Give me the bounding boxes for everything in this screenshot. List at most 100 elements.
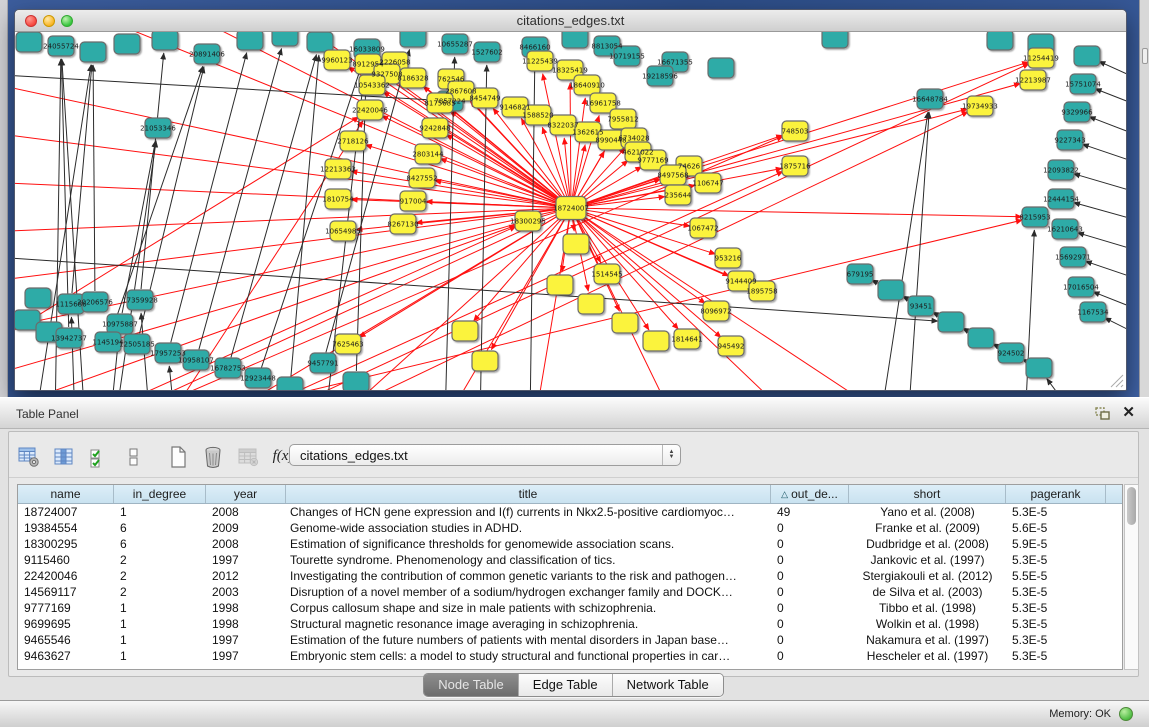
citation-edge-red[interactable] <box>15 210 560 332</box>
network-node[interactable] <box>237 32 263 50</box>
table-cell[interactable]: 18724007 <box>18 504 114 520</box>
table-cell[interactable]: de Silva et al. (2003) <box>849 584 1006 600</box>
column-header-name[interactable]: name <box>18 485 114 503</box>
network-node[interactable] <box>547 275 573 295</box>
table-cell[interactable]: 6 <box>114 520 206 536</box>
table-cell[interactable]: Dudbridge et al. (2008) <box>849 536 1006 552</box>
table-cell[interactable]: Corpus callosum shape and size in male p… <box>286 600 771 616</box>
citation-edge-black[interactable] <box>1047 378 1075 390</box>
table-cell[interactable]: Nakamura et al. (1997) <box>849 632 1006 648</box>
table-cell[interactable]: 5.5E-5 <box>1006 568 1106 584</box>
citation-edge-black[interactable] <box>1095 89 1126 102</box>
column-header-in-degree[interactable]: in_degree <box>114 485 206 503</box>
table-cell[interactable]: 1998 <box>206 600 286 616</box>
table-cell[interactable]: 5.3E-5 <box>1006 584 1106 600</box>
table-cell[interactable]: 1997 <box>206 632 286 648</box>
memory-ok-indicator-icon[interactable] <box>1119 707 1133 721</box>
table-cell[interactable]: 5.3E-5 <box>1006 648 1106 664</box>
table-cell[interactable]: Jankovic et al. (1997) <box>849 552 1006 568</box>
network-node[interactable] <box>307 32 333 52</box>
network-node[interactable] <box>563 234 589 254</box>
table-cell[interactable]: Hescheler et al. (1997) <box>849 648 1006 664</box>
table-row[interactable]: 946362711997Embryonic stem cells: a mode… <box>18 648 1122 664</box>
table-cell[interactable]: 1998 <box>206 616 286 632</box>
table-row[interactable]: 1830029562008Estimation of significance … <box>18 536 1122 552</box>
table-cell[interactable]: Yano et al. (2008) <box>849 504 1006 520</box>
table-cell[interactable]: Wolkin et al. (1998) <box>849 616 1006 632</box>
network-node[interactable] <box>277 377 303 390</box>
clear-selection-button[interactable] <box>119 442 149 472</box>
table-cell[interactable]: Tibbo et al. (1998) <box>849 600 1006 616</box>
table-cell[interactable]: 1 <box>114 600 206 616</box>
network-node[interactable] <box>562 32 588 48</box>
citation-edge-red[interactable] <box>446 135 561 203</box>
citation-edge-black[interactable] <box>171 53 247 343</box>
table-cell[interactable]: 0 <box>771 600 849 616</box>
table-row[interactable]: 1872400712008Changes of HCN gene express… <box>18 504 1122 520</box>
scrollbar-thumb[interactable] <box>1127 487 1136 525</box>
citation-edge-red[interactable] <box>580 214 895 390</box>
table-cell[interactable]: Structural magnetic resonance image aver… <box>286 616 771 632</box>
citation-edge-black[interactable] <box>908 112 929 390</box>
network-node[interactable] <box>1026 358 1052 378</box>
network-node[interactable] <box>152 32 178 50</box>
table-cell[interactable]: 2 <box>114 584 206 600</box>
table-cell[interactable]: 1 <box>114 632 206 648</box>
citation-edge-red[interactable] <box>573 145 585 198</box>
citation-edge-red[interactable] <box>15 182 560 208</box>
table-row[interactable]: 1456911722003Disruption of a novel membe… <box>18 584 1122 600</box>
tab-node-table[interactable]: Node Table <box>424 674 518 696</box>
table-row[interactable]: 911546021997Tourette syndrome. Phenomeno… <box>18 552 1122 568</box>
network-node[interactable] <box>878 280 904 300</box>
column-header-short[interactable]: short <box>849 485 1006 503</box>
citation-edge-black[interactable] <box>880 112 928 390</box>
new-file-button[interactable] <box>163 442 193 472</box>
table-cell[interactable]: 0 <box>771 552 849 568</box>
citation-edge-red[interactable] <box>582 208 1022 217</box>
table-cell[interactable]: 2008 <box>206 504 286 520</box>
network-node[interactable] <box>968 328 994 348</box>
citation-edge-red[interactable] <box>15 208 560 232</box>
table-cell[interactable]: 0 <box>771 568 849 584</box>
table-cell[interactable]: Stergiakouli et al. (2012) <box>849 568 1006 584</box>
citation-edge-black[interactable] <box>1074 202 1126 218</box>
column-header-title[interactable]: title <box>286 485 771 503</box>
table-cell[interactable]: Investigating the contribution of common… <box>286 568 771 584</box>
table-vertical-scrollbar[interactable] <box>1124 484 1139 670</box>
citation-edge-red[interactable] <box>15 209 560 282</box>
column-header-year[interactable]: year <box>206 485 286 503</box>
citation-edge-red[interactable] <box>440 159 561 205</box>
table-cell[interactable]: 9463627 <box>18 648 114 664</box>
table-cell[interactable]: Estimation of the future numbers of pati… <box>286 632 771 648</box>
network-node[interactable] <box>1074 46 1100 66</box>
column-header-pagerank[interactable]: pagerank <box>1006 485 1106 503</box>
network-node[interactable] <box>272 32 298 46</box>
citation-edge-black[interactable] <box>169 366 175 390</box>
table-cell[interactable]: 5.3E-5 <box>1006 504 1106 520</box>
table-cell[interactable]: 2012 <box>206 568 286 584</box>
table-selector-dropdown[interactable]: citations_edges.txt ▲▼ <box>289 444 681 466</box>
citation-edge-black[interactable] <box>1099 61 1126 74</box>
citation-edge-red[interactable] <box>582 210 690 226</box>
table-cell[interactable]: 0 <box>771 648 849 664</box>
table-cell[interactable]: 2003 <box>206 584 286 600</box>
table-cell[interactable]: 9699695 <box>18 616 114 632</box>
citation-edge-red[interactable] <box>215 214 562 390</box>
table-row[interactable]: 969969511998Structural magnetic resonanc… <box>18 616 1122 632</box>
network-node[interactable] <box>114 34 140 54</box>
table-cell[interactable]: 2009 <box>206 520 286 536</box>
table-cell[interactable]: Changes of HCN gene expression and I(f) … <box>286 504 771 520</box>
network-node[interactable] <box>822 32 848 48</box>
table-cell[interactable]: 18300295 <box>18 536 114 552</box>
float-panel-icon[interactable] <box>1095 407 1110 420</box>
table-cell[interactable]: 5.3E-5 <box>1006 552 1106 568</box>
citation-edge-black[interactable] <box>199 49 282 350</box>
network-canvas[interactable]: 2405572420891406160338091065528715276028… <box>15 32 1126 390</box>
table-cell[interactable]: 0 <box>771 536 849 552</box>
network-node[interactable] <box>472 351 498 371</box>
table-cell[interactable]: 49 <box>771 504 849 520</box>
tab-edge-table[interactable]: Edge Table <box>518 674 612 696</box>
table-row[interactable]: 2242004622012Investigating the contribut… <box>18 568 1122 584</box>
table-cell[interactable]: Franke et al. (2009) <box>849 520 1006 536</box>
resize-grip-icon[interactable] <box>1110 374 1124 388</box>
